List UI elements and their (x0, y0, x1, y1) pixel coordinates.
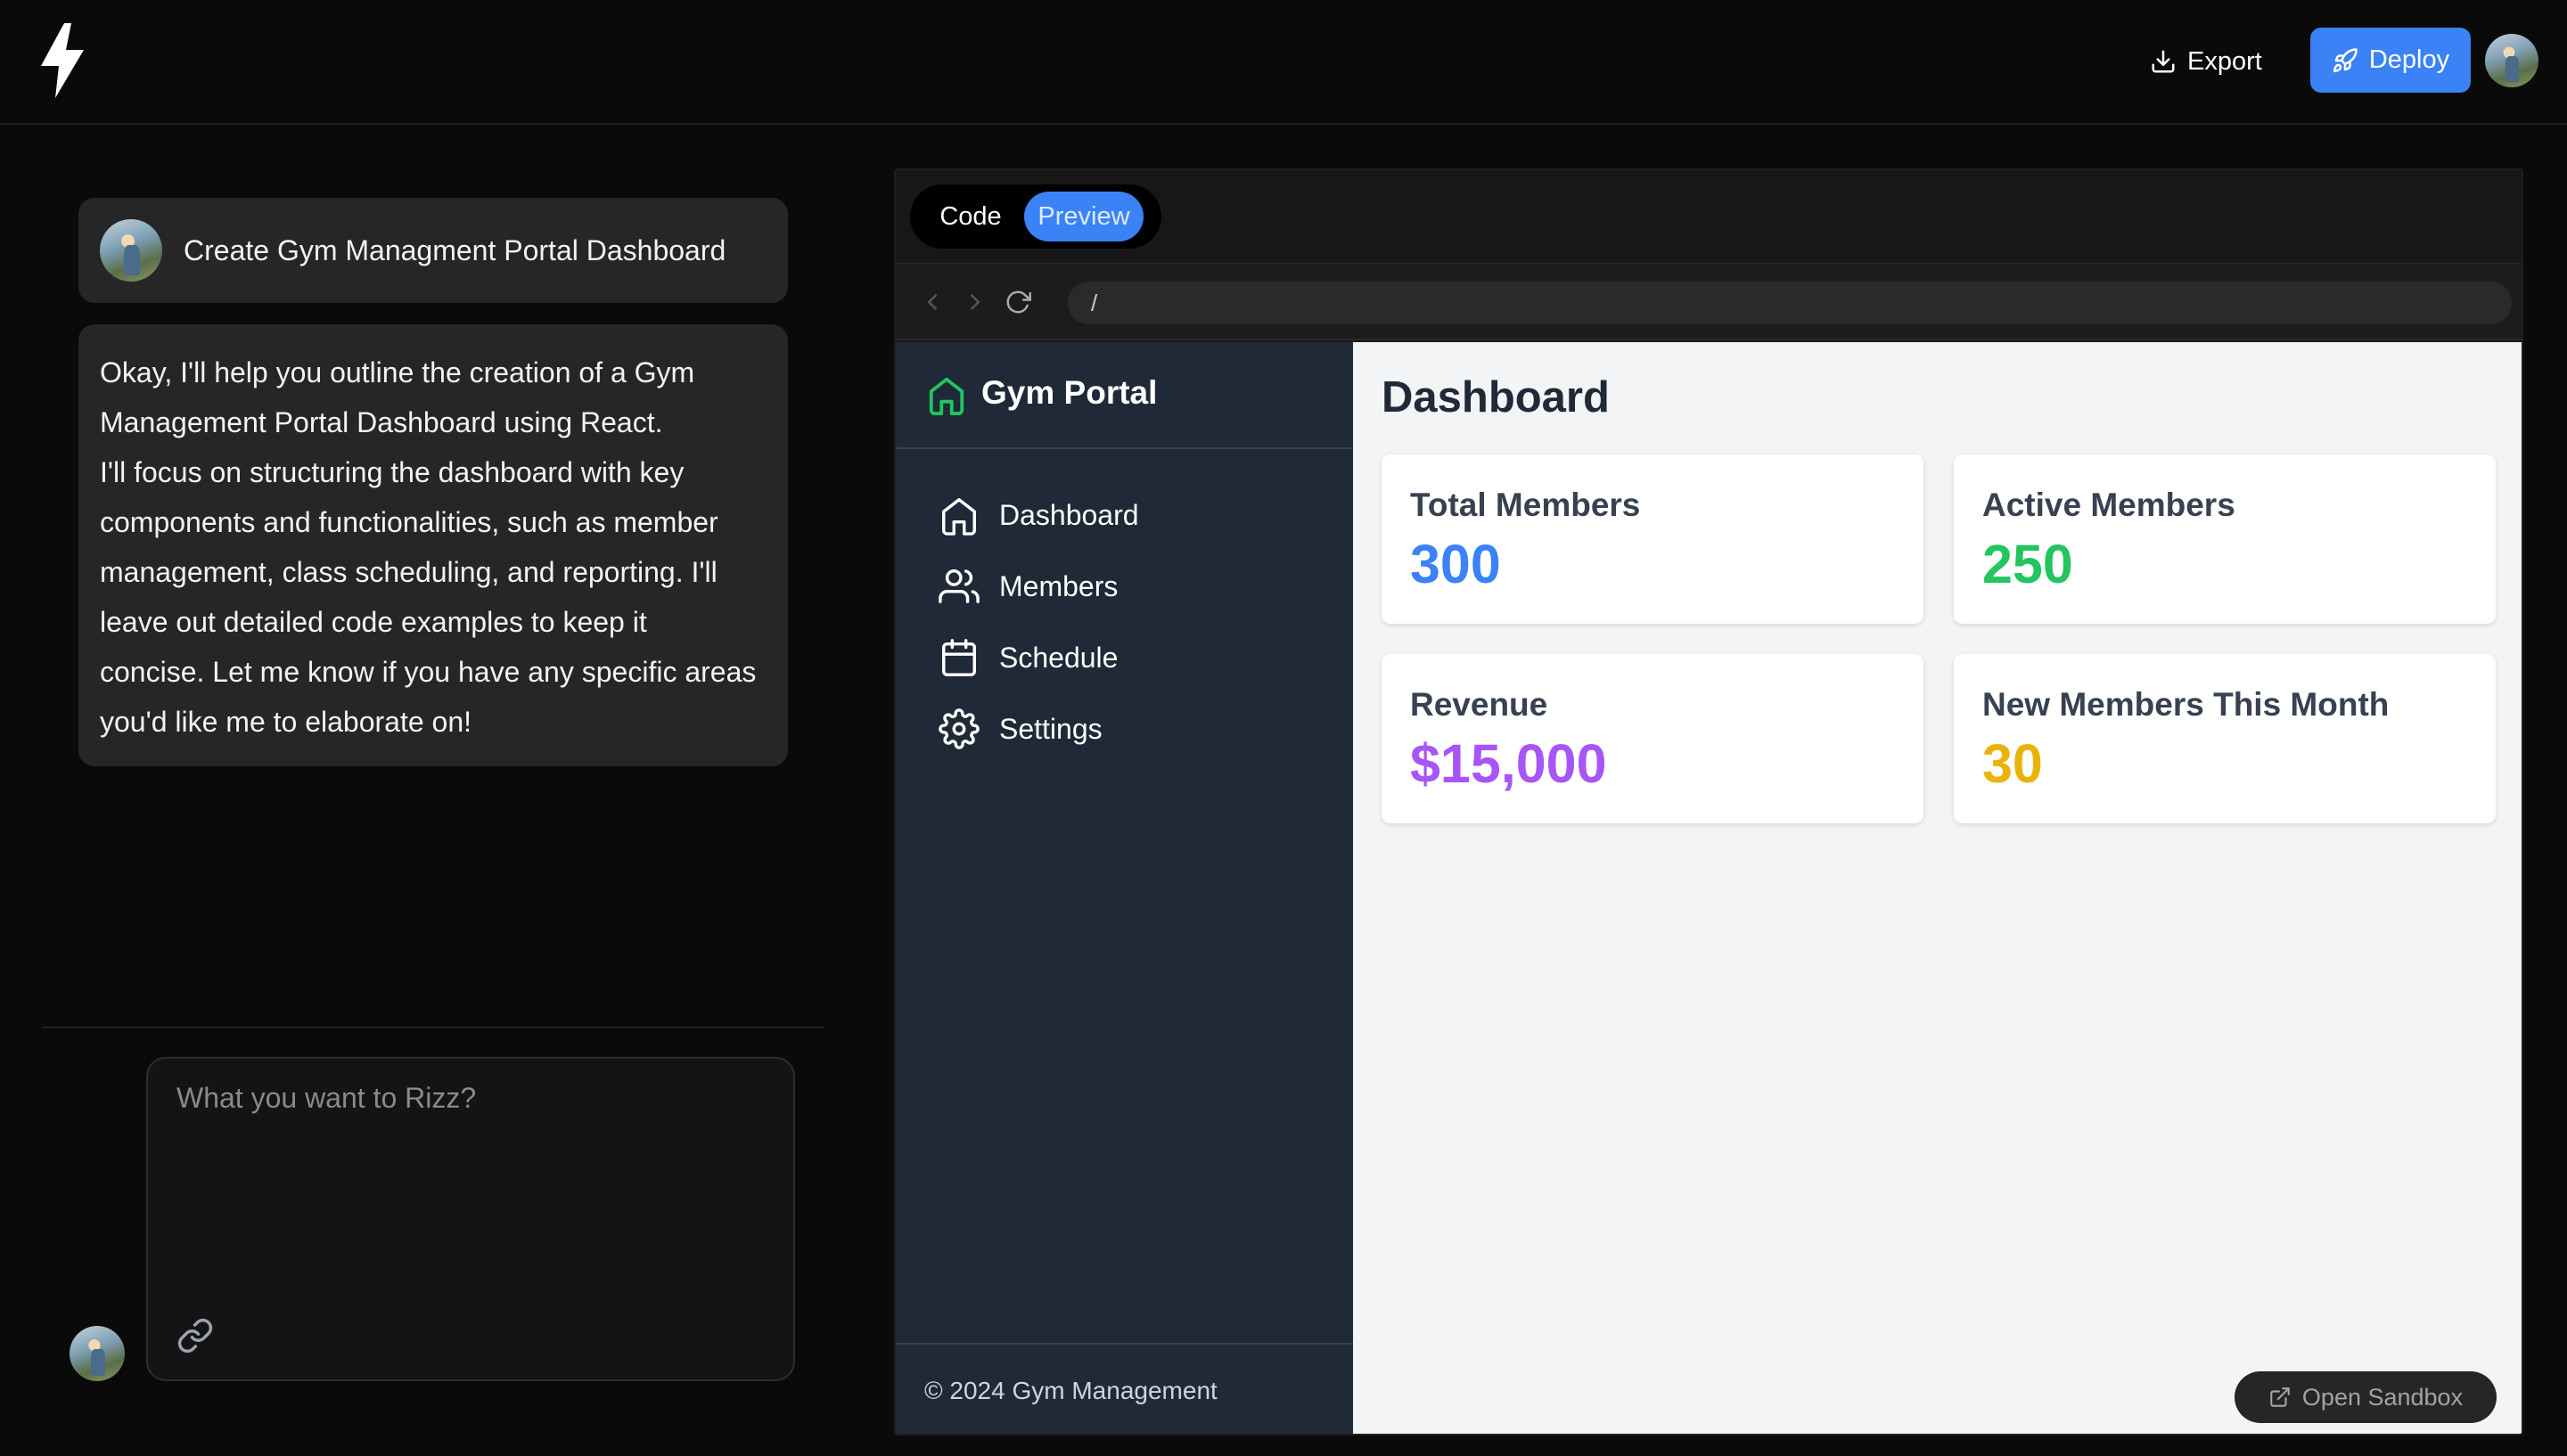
tab-preview[interactable]: Preview (1024, 192, 1144, 241)
user-message: Create Gym Managment Portal Dashboard (78, 198, 788, 303)
sidebar-item-members[interactable]: Members (939, 560, 1313, 613)
assistant-line: I'll focus on structuring the dashboard … (100, 456, 685, 488)
sidebar-item-label: Schedule (999, 641, 1119, 674)
prompt-input[interactable] (176, 1082, 765, 1260)
sidebar-item-schedule[interactable]: Schedule (939, 631, 1313, 684)
download-icon (2152, 50, 2175, 73)
assistant-line: you'd like me to elaborate on! (100, 706, 472, 738)
home-icon (942, 498, 976, 536)
stat-card-label: New Members This Month (1982, 686, 2390, 723)
sidebar-item-label: Settings (999, 712, 1103, 745)
stat-card-value: $15,000 (1410, 733, 1607, 794)
bolt-logo-icon[interactable] (37, 23, 87, 98)
user-message-avatar (100, 219, 162, 282)
assistant-message: Okay, I'll help you outline the creation… (78, 324, 788, 766)
sidebar-user-avatar[interactable] (70, 1326, 125, 1381)
open-sandbox-label: Open Sandbox (2301, 1383, 2464, 1411)
chat-divider (43, 1027, 824, 1028)
open-sandbox-button[interactable]: Open Sandbox (2235, 1371, 2497, 1423)
tab-code[interactable]: Code (917, 202, 1024, 232)
stat-card-revenue: Revenue $15,000 (1382, 654, 1923, 823)
page-title: Dashboard (1382, 373, 1610, 421)
sidebar-item-dashboard[interactable]: Dashboard (939, 488, 1313, 542)
deploy-label: Deploy (2368, 45, 2450, 74)
preview-tabbar: Code Preview (896, 170, 2522, 265)
stat-card-total-members: Total Members 300 (1382, 454, 1923, 624)
export-label: Export (2187, 46, 2262, 76)
sidebar-footer: © 2024 Gym Management (896, 1343, 1353, 1434)
url-text: / (1091, 289, 1098, 316)
assistant-line: Okay, I'll help you outline the creation… (100, 356, 695, 389)
refresh-icon[interactable] (1005, 289, 1031, 315)
back-icon[interactable] (919, 289, 946, 315)
link-icon[interactable] (176, 1317, 214, 1354)
assistant-line: components and functionalities, such as … (100, 506, 718, 538)
brand-title: Gym Portal (981, 374, 1158, 411)
browser-bar: / (896, 266, 2522, 340)
code-preview-toggle: Code Preview (910, 184, 1161, 249)
user-avatar[interactable] (2485, 34, 2538, 87)
stat-card-value: 250 (1982, 534, 2073, 594)
forward-icon[interactable] (962, 289, 988, 315)
preview-panel: Code Preview / Gym Portal Dashboard Memb… (894, 168, 2523, 1436)
stat-card-label: Active Members (1982, 487, 2235, 523)
external-link-icon (2270, 1387, 2290, 1407)
sidebar-item-label: Dashboard (999, 498, 1139, 531)
export-button[interactable]: Export (2150, 30, 2284, 93)
app-brand: Gym Portal (896, 342, 1353, 449)
gear-icon (939, 708, 980, 749)
rocket-icon (2333, 47, 2358, 72)
sidebar-item-settings[interactable]: Settings (939, 702, 1313, 756)
stat-card-label: Total Members (1410, 487, 1641, 523)
stat-card-new-members: New Members This Month 30 (1954, 654, 2496, 823)
sidebar-item-label: Members (999, 569, 1119, 602)
assistant-line: management, class scheduling, and report… (100, 556, 718, 588)
stat-card-value: 300 (1410, 534, 1501, 594)
assistant-line: Management Portal Dashboard using React. (100, 406, 663, 438)
assistant-line: leave out detailed code examples to keep… (100, 606, 647, 638)
top-bar: Export Deploy (0, 0, 2567, 125)
stat-card-label: Revenue (1410, 686, 1548, 723)
user-message-text: Create Gym Managment Portal Dashboard (184, 233, 726, 266)
app-sidebar: Gym Portal Dashboard Members Schedule Se… (896, 342, 1353, 1434)
stat-card-active-members: Active Members 250 (1954, 454, 2496, 624)
assistant-line: concise. Let me know if you have any spe… (100, 656, 757, 688)
app-preview: Gym Portal Dashboard Members Schedule Se… (896, 342, 2522, 1434)
stat-card-value: 30 (1982, 733, 2043, 794)
prompt-box (146, 1057, 795, 1381)
home-icon (929, 377, 964, 415)
url-bar[interactable]: / (1068, 282, 2512, 324)
users-icon (939, 569, 980, 603)
deploy-button[interactable]: Deploy (2310, 28, 2471, 93)
app-main: Dashboard Total Members 300 Active Membe… (1353, 342, 2522, 1434)
calendar-icon (942, 639, 976, 676)
